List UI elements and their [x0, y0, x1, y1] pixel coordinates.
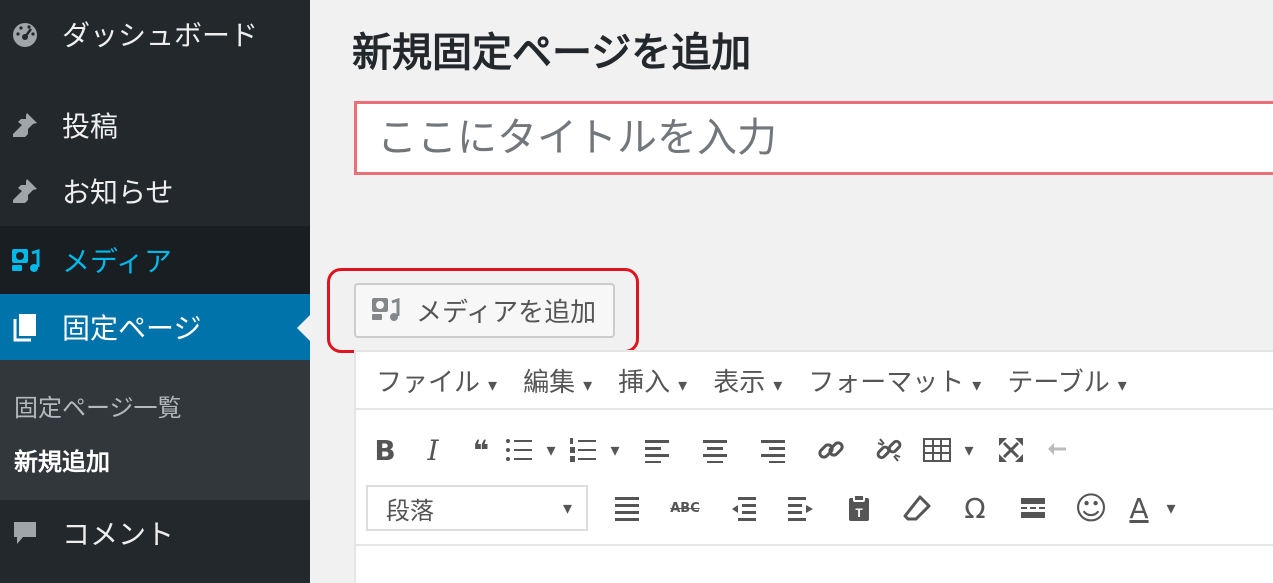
blockquote-button[interactable]: ❝: [462, 425, 500, 475]
indent-icon[interactable]: [772, 483, 830, 533]
menu-format[interactable]: フォーマット ▾: [808, 362, 981, 399]
read-more-icon[interactable]: [1004, 483, 1062, 533]
sidebar-item-pages[interactable]: 固定ページ: [0, 294, 310, 360]
title-input[interactable]: [354, 101, 1273, 175]
editor: ファイル ▾ 編集 ▾ 挿入 ▾ 表示 ▾ フォーマット ▾ テーブル ▾ B I ❝ ▾ …: [354, 350, 1273, 583]
pin-icon: [8, 108, 42, 142]
svg-text:T: T: [855, 506, 863, 520]
menu-view[interactable]: 表示 ▾: [713, 362, 782, 399]
chevron-down-icon[interactable]: ▾: [956, 440, 982, 461]
submenu-item-add-new[interactable]: 新規追加: [14, 442, 110, 477]
menu-table[interactable]: テーブル ▾: [1007, 362, 1127, 399]
fullscreen-icon[interactable]: [982, 425, 1040, 475]
italic-button[interactable]: I: [404, 425, 462, 475]
dashboard-icon: [8, 17, 42, 51]
bullet-list-icon[interactable]: [500, 425, 538, 475]
editor-toolbar-2: 段落 ▾ ABC T Ω ☺ A ▾: [366, 480, 1184, 536]
submenu-item-all-pages[interactable]: 固定ページ一覧: [14, 388, 182, 423]
text-color-button[interactable]: A: [1120, 483, 1158, 533]
add-media-button[interactable]: メディアを追加: [354, 283, 615, 338]
link-icon[interactable]: [802, 425, 860, 475]
special-character-button[interactable]: Ω: [946, 483, 1004, 533]
sidebar-item-label: 投稿: [62, 110, 119, 143]
align-center-icon[interactable]: [686, 425, 744, 475]
editor-toolbar-1: B I ❝ ▾ ▾ ▾: [366, 422, 1078, 478]
chevron-down-icon: ▾: [773, 374, 783, 396]
paste-text-icon[interactable]: T: [830, 483, 888, 533]
chevron-down-icon: ▾: [972, 374, 982, 396]
sidebar-item-label: メディア: [62, 245, 173, 278]
unlink-icon[interactable]: [860, 425, 918, 475]
table-icon[interactable]: [918, 425, 956, 475]
menu-file[interactable]: ファイル ▾: [376, 362, 497, 399]
sidebar-item-comments[interactable]: コメント: [0, 504, 310, 562]
sidebar-item-label: コメント: [62, 518, 175, 551]
chevron-down-icon: ▾: [1117, 374, 1127, 396]
pages-submenu: 固定ページ一覧 新規追加: [0, 360, 310, 500]
sidebar-item-news[interactable]: お知らせ: [0, 164, 310, 218]
media-icon: [370, 294, 404, 328]
numbered-list-icon[interactable]: [564, 425, 602, 475]
chevron-down-icon[interactable]: ▾: [538, 440, 564, 461]
align-left-icon[interactable]: [628, 425, 686, 475]
sidebar-item-media[interactable]: メディア: [0, 226, 310, 294]
sidebar-item-label: お知らせ: [62, 176, 174, 209]
bold-button[interactable]: B: [366, 425, 404, 475]
eraser-icon[interactable]: [888, 483, 946, 533]
media-icon: [8, 243, 42, 277]
sidebar-item-dashboard[interactable]: ダッシュボード: [0, 8, 310, 60]
sidebar-item-label: 固定ページ: [62, 312, 202, 345]
strikethrough-button[interactable]: ABC: [656, 483, 714, 533]
chevron-down-icon[interactable]: ▾: [602, 440, 628, 461]
menu-insert[interactable]: 挿入 ▾: [618, 362, 687, 399]
active-indicator-arrow: [297, 315, 310, 341]
page-icon: [8, 310, 42, 344]
horizontal-rule-icon[interactable]: [598, 483, 656, 533]
comment-icon: [8, 516, 42, 550]
chevron-down-icon: ▾: [488, 374, 498, 396]
format-select-value: 段落: [386, 496, 434, 525]
sidebar-item-label: ダッシュボード: [62, 19, 259, 52]
admin-sidebar: ダッシュボード 投稿 お知らせ メディア 固定ページ 固定ページ一覧 新規追加 …: [0, 0, 310, 583]
outdent-icon[interactable]: [714, 483, 772, 533]
chevron-down-icon: ▾: [562, 497, 572, 519]
align-right-icon[interactable]: [744, 425, 802, 475]
pin-icon: [8, 174, 42, 208]
emoji-button[interactable]: ☺: [1062, 483, 1120, 533]
editor-menubar: ファイル ▾ 編集 ▾ 挿入 ▾ 表示 ▾ フォーマット ▾ テーブル ▾: [356, 352, 1273, 410]
editor-content-area[interactable]: [356, 544, 1273, 583]
undo-icon[interactable]: [1040, 425, 1078, 475]
chevron-down-icon[interactable]: ▾: [1158, 498, 1184, 519]
menu-edit[interactable]: 編集 ▾: [523, 362, 592, 399]
page-title: 新規固定ページを追加: [352, 30, 752, 76]
add-media-label: メディアを追加: [416, 298, 597, 328]
chevron-down-icon: ▾: [678, 374, 688, 396]
format-select[interactable]: 段落 ▾: [366, 485, 588, 531]
chevron-down-icon: ▾: [583, 374, 593, 396]
sidebar-item-posts[interactable]: 投稿: [0, 98, 310, 152]
